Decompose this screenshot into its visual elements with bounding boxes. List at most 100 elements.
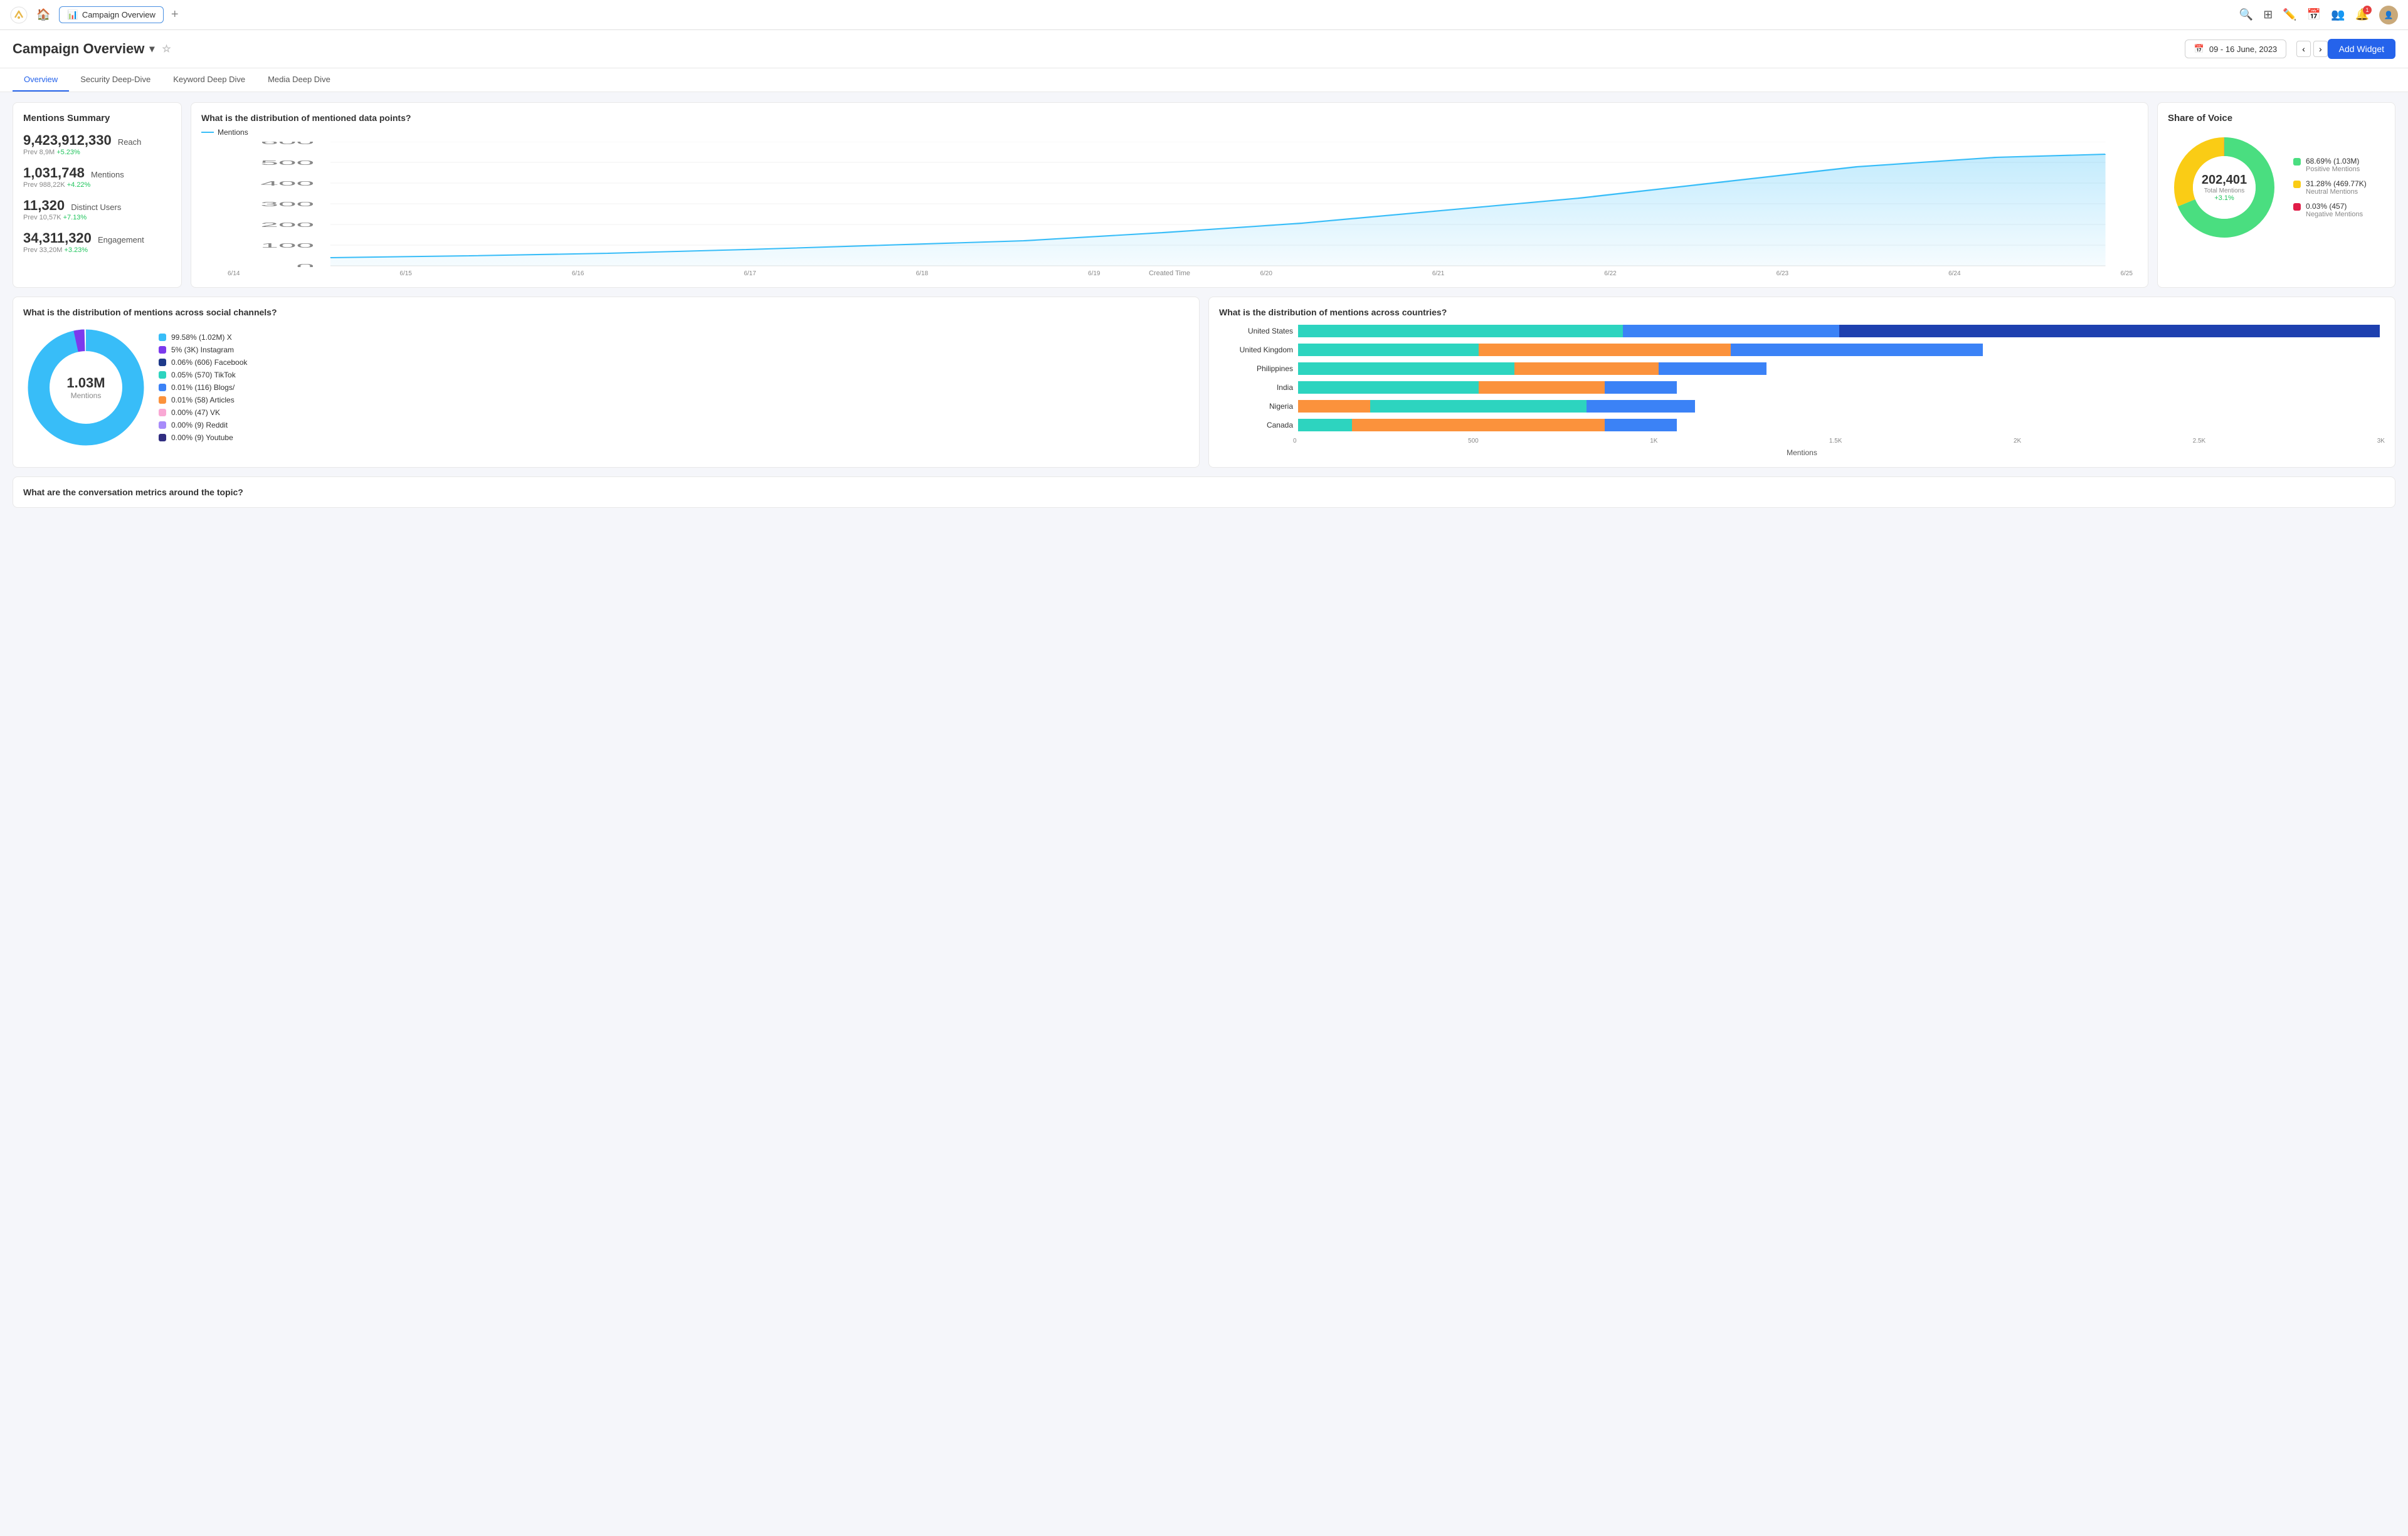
add-tab-button[interactable]: + [169,5,181,24]
bar-segment [1298,362,1514,375]
tab-security[interactable]: Security Deep-Dive [69,68,162,92]
social-dot [159,371,166,379]
svg-text:200: 200 [260,221,314,228]
metric-sub: Prev 10,57K +7.13% [23,214,171,221]
social-dot [159,384,166,391]
x-axis-tick: 2K [2014,438,2021,444]
metric-value: 34,311,320 Engagement [23,230,171,246]
sov-center-change: +3.1% [2202,194,2247,202]
bar-segment [1479,344,1731,356]
tab-overview[interactable]: Overview [13,68,69,92]
page-title: Campaign Overview ▾ ☆ [13,41,171,57]
avatar[interactable]: 👤 [2379,6,2398,24]
row-3: What are the conversation metrics around… [13,476,2395,508]
social-legend-item: 0.00% (9) Reddit [159,421,247,429]
bar-stack [1298,400,2380,413]
home-icon[interactable]: 🏠 [33,6,54,24]
search-icon[interactable]: 🔍 [2239,8,2253,21]
countries-card: What is the distribution of mentions acr… [1208,297,2395,468]
social-legend-item: 0.00% (9) Youtube [159,433,247,442]
x-axis-tick: 0 [1293,438,1297,444]
sov-dot [2293,158,2301,166]
date-prev-button[interactable]: ‹ [2296,41,2311,57]
bar-segment [1352,419,1604,431]
svg-text:0: 0 [297,263,315,267]
metric-sub: Prev 988,22K +4.22% [23,181,171,189]
social-legend-item: 0.01% (116) Blogs/ [159,383,247,392]
sov-center-value: 202,401 [2202,173,2247,187]
metrics-container: 9,423,912,330 Reach Prev 8,9M +5.23% 1,0… [23,132,171,254]
countries-x-axis-title: Mentions [1219,448,2385,457]
x-axis-tick: 1.5K [1829,438,1842,444]
active-tab[interactable]: 📊 Campaign Overview [59,6,163,23]
bar-segment [1298,419,1352,431]
people-icon[interactable]: 👥 [2331,8,2345,21]
bar-row: Nigeria [1224,400,2380,413]
bar-row: United Kingdom [1224,344,2380,356]
x-axis-tick: 3K [2377,438,2385,444]
bar-segment [1839,325,2380,337]
x-axis-tick: 1K [1650,438,1657,444]
metric-value: 11,320 Distinct Users [23,197,171,214]
metric-item: 9,423,912,330 Reach Prev 8,9M +5.23% [23,132,171,156]
social-legend-label: 99.58% (1.02M) X [171,333,232,342]
bar-segment [1659,362,1767,375]
calendar-icon[interactable]: 📅 [2307,8,2321,21]
metric-change: +7.13% [63,214,87,221]
sov-legend-item: 0.03% (457) Negative Mentions [2293,202,2367,218]
bar-segment [1298,344,1479,356]
social-legend-item: 0.06% (606) Facebook [159,358,247,367]
x-axis-tick: 500 [1468,438,1479,444]
title-chevron-icon[interactable]: ▾ [149,43,154,55]
social-dot [159,334,166,341]
top-nav-right: 🔍 ⊞ ✏️ 📅 👥 🔔 1 👤 [2239,6,2398,24]
sov-title: Share of Voice [2168,113,2385,124]
metric-item: 11,320 Distinct Users Prev 10,57K +7.13% [23,197,171,221]
active-tab-label: Campaign Overview [82,10,156,19]
bar-stack [1298,381,2380,394]
bar-stack [1298,344,2380,356]
edit-icon[interactable]: ✏️ [2283,8,2296,21]
bar-stack [1298,419,2380,431]
sov-item-value: 0.03% (457) [2306,202,2363,211]
social-center-label: Mentions [66,391,105,400]
add-widget-button[interactable]: Add Widget [2328,39,2395,59]
line-chart-card: What is the distribution of mentioned da… [191,102,2148,288]
favorite-star-icon[interactable]: ☆ [162,43,171,55]
date-next-button[interactable]: › [2313,41,2328,57]
metric-label: Mentions [91,170,124,179]
date-calendar-icon: 📅 [2194,44,2204,54]
x-axis-tick: 2.5K [2193,438,2206,444]
bar-row: Canada [1224,419,2380,431]
social-legend-label: 0.00% (9) Reddit [171,421,228,429]
metric-sub: Prev 8,9M +5.23% [23,149,171,156]
social-legend-label: 0.00% (9) Youtube [171,433,233,442]
metric-label: Distinct Users [71,203,121,212]
bar-label: Nigeria [1224,402,1293,411]
svg-text:400: 400 [260,180,314,187]
main-content: Mentions Summary 9,423,912,330 Reach Pre… [0,92,2408,527]
bar-segment [1731,344,1983,356]
date-range-picker[interactable]: 📅 09 - 16 June, 2023 [2185,39,2287,58]
bar-segment [1514,362,1659,375]
sov-donut-center: 202,401 Total Mentions +3.1% [2202,173,2247,202]
bar-row: India [1224,381,2380,394]
logo-icon[interactable] [10,6,28,24]
share-of-voice-card: Share of Voice [2157,102,2395,288]
bar-segment [1370,400,1587,413]
sov-donut: 202,401 Total Mentions +3.1% [2168,131,2281,244]
bar-stack [1298,362,2380,375]
metric-value: 9,423,912,330 Reach [23,132,171,149]
tab-keyword[interactable]: Keyword Deep Dive [162,68,256,92]
bar-segment [1605,419,1677,431]
legend-line-icon [201,132,214,133]
social-donut-center: 1.03M Mentions [66,375,105,400]
social-legend-item: 0.05% (570) TikTok [159,371,247,379]
tab-media[interactable]: Media Deep Dive [256,68,342,92]
social-legend-item: 0.01% (58) Articles [159,396,247,404]
svg-text:300: 300 [260,201,314,208]
sov-item-label: Negative Mentions [2306,211,2363,218]
notifications[interactable]: 🔔 1 [2355,8,2369,21]
grid-icon[interactable]: ⊞ [2263,8,2273,21]
line-chart-svg: 0 100 200 300 400 500 600 [201,142,2138,267]
